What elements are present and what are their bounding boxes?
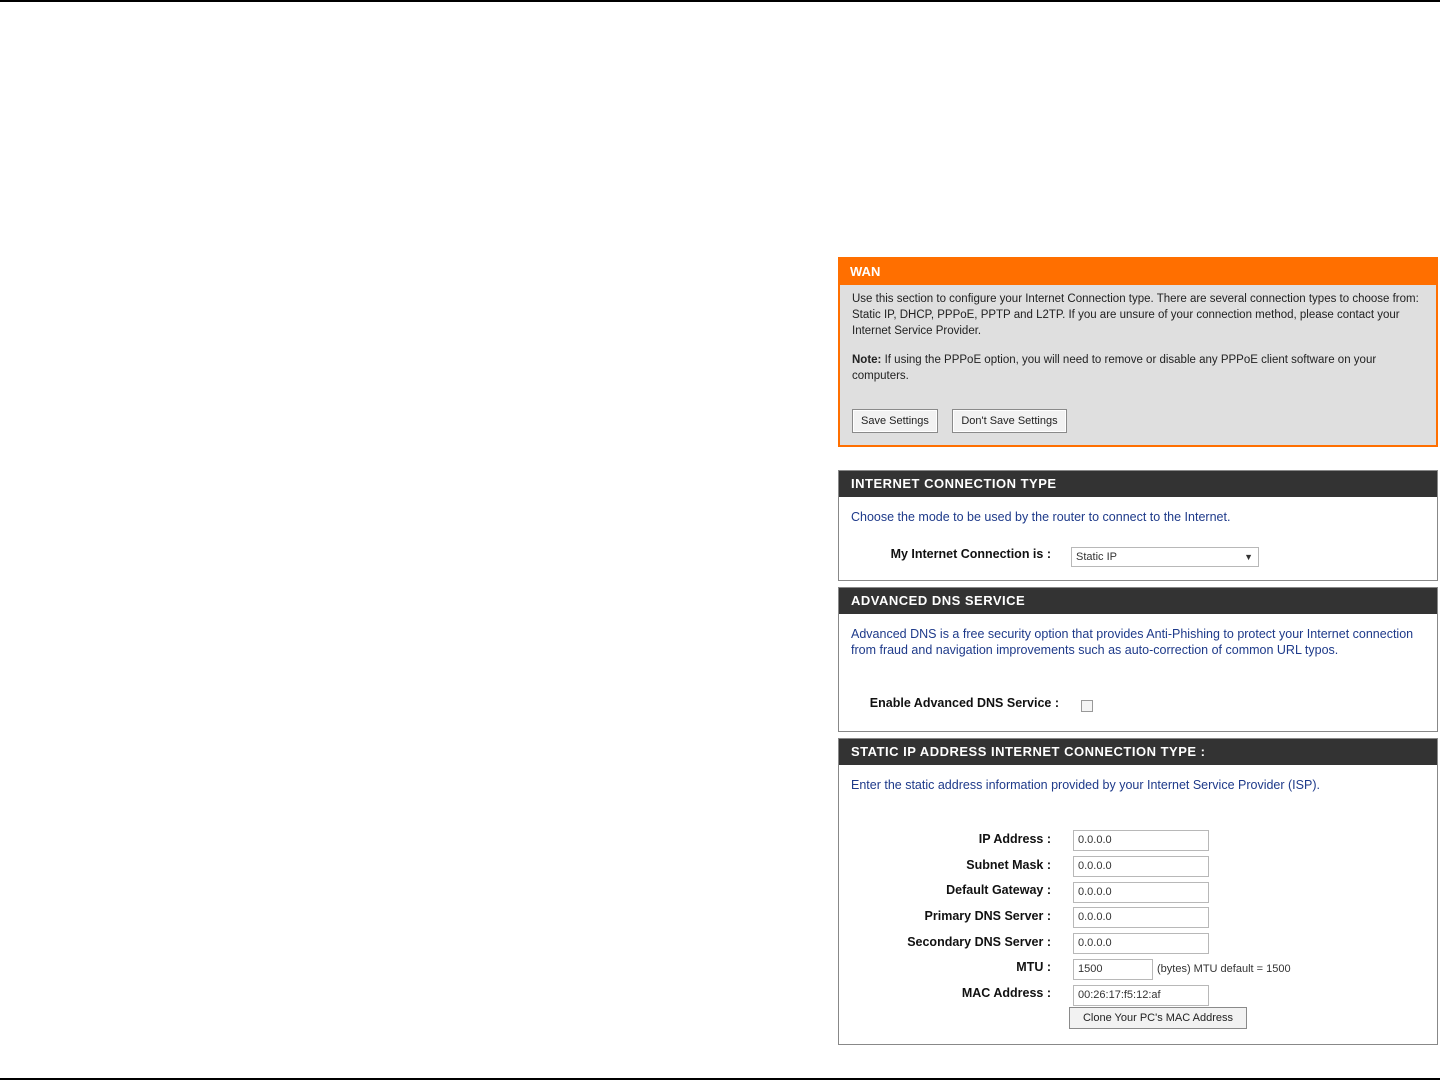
subnet-mask-label: Subnet Mask : (966, 858, 1051, 872)
subnet-mask-field[interactable]: 0.0.0.0 (1073, 856, 1209, 877)
default-gateway-label: Default Gateway : (946, 883, 1051, 897)
internet-connection-type-section: INTERNET CONNECTION TYPE Choose the mode… (838, 470, 1438, 581)
mtu-note: (bytes) MTU default = 1500 (1157, 963, 1291, 975)
enable-advanced-dns-label: Enable Advanced DNS Service : (869, 696, 1059, 710)
section-description: Choose the mode to be used by the router… (851, 510, 1231, 524)
wan-title: WAN (840, 259, 1436, 285)
mtu-label: MTU : (1016, 960, 1051, 974)
chevron-down-icon: ▼ (1244, 552, 1253, 562)
save-settings-button[interactable]: Save Settings (852, 409, 938, 433)
section-description: Enter the static address information pro… (851, 778, 1320, 792)
section-description: Advanced DNS is a free security option t… (851, 627, 1414, 657)
wan-description: Use this section to configure your Inter… (852, 293, 1419, 337)
wan-text: Use this section to configure your Inter… (840, 285, 1436, 384)
primary-dns-label: Primary DNS Server : (924, 909, 1051, 923)
connection-mode-select[interactable]: Static IP ▼ (1071, 547, 1259, 567)
section-title: STATIC IP ADDRESS INTERNET CONNECTION TY… (839, 739, 1437, 765)
advanced-dns-section: ADVANCED DNS SERVICE Advanced DNS is a f… (838, 587, 1438, 732)
wan-note: Note: If using the PPPoE option, you wil… (852, 352, 1424, 384)
bottom-rule (0, 1078, 1440, 1080)
mac-address-label: MAC Address : (961, 986, 1051, 1000)
top-rule (0, 0, 1440, 2)
section-title: ADVANCED DNS SERVICE (839, 588, 1437, 614)
dont-save-settings-button[interactable]: Don't Save Settings (952, 409, 1067, 433)
wan-note-label: Note: (852, 354, 882, 366)
ip-address-field[interactable]: 0.0.0.0 (1073, 830, 1209, 851)
static-ip-section: STATIC IP ADDRESS INTERNET CONNECTION TY… (838, 738, 1438, 1045)
secondary-dns-field[interactable]: 0.0.0.0 (1073, 933, 1209, 954)
ip-address-label: IP Address : (978, 832, 1051, 846)
default-gateway-field[interactable]: 0.0.0.0 (1073, 882, 1209, 903)
enable-advanced-dns-checkbox[interactable] (1081, 700, 1093, 712)
clone-mac-button[interactable]: Clone Your PC's MAC Address (1069, 1007, 1247, 1029)
connection-mode-value: Static IP (1076, 551, 1117, 563)
wan-note-text: If using the PPPoE option, you will need… (852, 354, 1377, 382)
connection-mode-label: My Internet Connection is : (890, 547, 1051, 561)
primary-dns-field[interactable]: 0.0.0.0 (1073, 907, 1209, 928)
section-title: INTERNET CONNECTION TYPE (839, 471, 1437, 497)
mtu-field[interactable]: 1500 (1073, 959, 1153, 980)
mac-address-field[interactable]: 00:26:17:f5:12:af (1073, 985, 1209, 1006)
wan-panel: WAN Use this section to configure your I… (838, 257, 1438, 447)
secondary-dns-label: Secondary DNS Server : (907, 935, 1051, 949)
wan-button-row: Save Settings Don't Save Settings (852, 409, 1077, 433)
